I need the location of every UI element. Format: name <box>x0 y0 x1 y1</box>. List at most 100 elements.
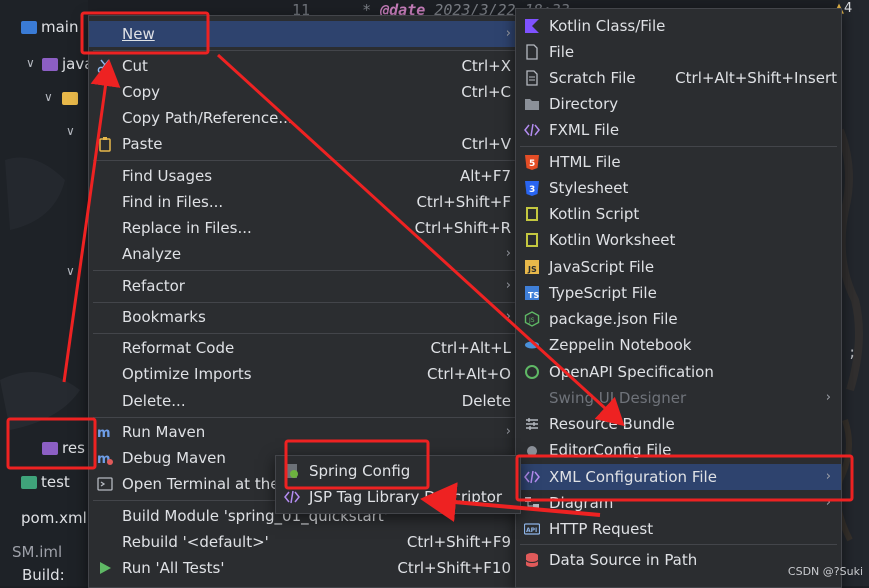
kotlin-icon <box>524 18 540 34</box>
svg-text:JS: JS <box>527 265 537 274</box>
menu-item-shortcut: Ctrl+X <box>461 57 511 75</box>
svg-text:API: API <box>526 527 537 534</box>
tree-item-test[interactable]: test <box>21 472 70 492</box>
code-fragment: ; <box>848 345 857 361</box>
menu-item-javascript-file[interactable]: JS JavaScript File <box>516 254 841 280</box>
menu-item-bookmarks[interactable]: Bookmarks › <box>89 304 521 330</box>
chevron-down-icon[interactable]: ∨ <box>66 264 75 278</box>
menu-item-label: Open Terminal at the <box>122 475 280 493</box>
new-submenu: Kotlin Class/File File Scratch File Ctrl… <box>515 8 842 588</box>
menu-item-cut[interactable]: Cut Ctrl+X <box>89 53 521 79</box>
tree-item-resources[interactable]: res <box>42 438 85 458</box>
menu-item-zeppelin-notebook[interactable]: Zeppelin Notebook <box>516 332 841 358</box>
menu-item-label: Diagram <box>549 494 614 512</box>
kotlin-worksheet-icon <box>524 232 540 248</box>
menu-item-swing-ui-designer[interactable]: Swing UI Designer › <box>516 385 841 411</box>
menu-item-xml-configuration-file[interactable]: XML Configuration File › <box>516 464 841 490</box>
menu-item-copy[interactable]: Copy Ctrl+C <box>89 79 521 105</box>
menu-item-kotlin-class[interactable]: Kotlin Class/File <box>516 13 841 39</box>
menu-item-label: Stylesheet <box>549 179 629 197</box>
chevron-down-icon[interactable]: ∨ <box>66 124 75 138</box>
menu-item-spring-config[interactable]: Spring Config <box>276 458 520 484</box>
scratch-file-icon <box>524 70 540 86</box>
menu-item-kotlin-worksheet[interactable]: Kotlin Worksheet <box>516 227 841 253</box>
menu-item-optimize-imports[interactable]: Optimize Imports Ctrl+Alt+O <box>89 361 521 387</box>
submenu-arrow-icon: › <box>505 26 511 41</box>
menu-item-shortcut: Ctrl+Alt+L <box>430 339 512 357</box>
menu-item-label: New <box>122 25 155 43</box>
menu-item-find-in-files[interactable]: Find in Files... Ctrl+Shift+F <box>89 189 521 215</box>
menu-item-rebuild[interactable]: Rebuild '<default>' Ctrl+Shift+F9 <box>89 529 521 555</box>
menu-item-label: Delete... <box>122 392 186 410</box>
tree-item-label: main <box>41 18 79 36</box>
menu-item-kotlin-script[interactable]: Kotlin Script <box>516 201 841 227</box>
xml-configuration-submenu: Spring Config JSP Tag Library Descriptor <box>275 455 521 514</box>
menu-item-copy-path[interactable]: Copy Path/Reference... <box>89 105 521 131</box>
tree-item-pom[interactable]: pom.xml <box>21 508 87 528</box>
menu-item-analyze[interactable]: Analyze › <box>89 241 521 267</box>
xml-icon <box>524 469 540 485</box>
menu-item-shortcut: Ctrl+Shift+F <box>416 193 511 211</box>
menu-item-label: Kotlin Class/File <box>549 17 666 35</box>
menu-item-label: Kotlin Script <box>549 205 640 223</box>
menu-item-stylesheet[interactable]: 3 Stylesheet <box>516 175 841 201</box>
menu-item-directory[interactable]: Directory <box>516 91 841 117</box>
svg-text:3: 3 <box>529 185 535 195</box>
menu-item-label: Zeppelin Notebook <box>549 336 692 354</box>
menu-item-package-json[interactable]: JS package.json File <box>516 306 841 332</box>
menu-item-label: Optimize Imports <box>122 365 252 383</box>
submenu-arrow-icon: › <box>505 278 511 293</box>
html5-icon: 5 <box>524 154 540 170</box>
svg-text:TS: TS <box>528 291 539 300</box>
xml-tag-icon <box>284 489 300 505</box>
menu-item-editorconfig-file[interactable]: EditorConfig File <box>516 437 841 463</box>
menu-item-refactor[interactable]: Refactor › <box>89 273 521 299</box>
menu-item-http-request[interactable]: API HTTP Request <box>516 516 841 542</box>
tree-item-main[interactable]: main <box>21 17 78 37</box>
menu-item-shortcut: Ctrl+C <box>461 83 511 101</box>
tree-item-java[interactable]: java <box>42 54 93 74</box>
chevron-down-icon[interactable]: ∨ <box>44 90 53 104</box>
menu-item-resource-bundle[interactable]: Resource Bundle <box>516 411 841 437</box>
menu-item-shortcut: Ctrl+Shift+R <box>414 219 511 237</box>
maven-debug-icon: m <box>97 450 113 466</box>
menu-item-shortcut: Ctrl+V <box>461 135 511 153</box>
submenu-arrow-icon: › <box>505 246 511 261</box>
menu-item-delete[interactable]: Delete... Delete <box>89 388 521 414</box>
menu-item-shortcut: Ctrl+Alt+Shift+Insert <box>675 69 837 87</box>
menu-item-label: Rebuild '<default>' <box>122 533 269 551</box>
menu-item-jsp-tag-library-descriptor[interactable]: JSP Tag Library Descriptor <box>276 484 520 510</box>
tree-item-package[interactable] <box>62 88 82 108</box>
menu-item-typescript-file[interactable]: TS TypeScript File <box>516 280 841 306</box>
menu-item-paste[interactable]: Paste Ctrl+V <box>89 131 521 157</box>
menu-item-label: Copy <box>122 83 161 101</box>
menu-item-file[interactable]: File <box>516 39 841 65</box>
menu-item-replace-in-files[interactable]: Replace in Files... Ctrl+Shift+R <box>89 215 521 241</box>
menu-item-run-all-tests[interactable]: Run 'All Tests' Ctrl+Shift+F10 <box>89 555 521 581</box>
tree-item-iml[interactable]: SM.iml <box>12 542 62 562</box>
menu-item-label: Analyze <box>122 245 182 263</box>
terminal-icon <box>97 476 113 492</box>
menu-item-label: Run Maven <box>122 423 206 441</box>
css3-icon: 3 <box>524 180 540 196</box>
menu-item-fxml-file[interactable]: FXML File <box>516 117 841 143</box>
menu-item-html-file[interactable]: 5 HTML File <box>516 149 841 175</box>
tree-item-label: test <box>41 473 70 491</box>
nodejs-icon: JS <box>524 311 540 327</box>
editorconfig-icon <box>524 442 540 458</box>
menu-item-scratch-file[interactable]: Scratch File Ctrl+Alt+Shift+Insert <box>516 65 841 91</box>
menu-item-reformat-code[interactable]: Reformat Code Ctrl+Alt+L <box>89 335 521 361</box>
menu-item-openapi-spec[interactable]: OpenAPI Specification <box>516 359 841 385</box>
build-tab-label[interactable]: Build: <box>22 566 65 584</box>
menu-item-run-maven[interactable]: m Run Maven › <box>89 419 521 445</box>
menu-item-new[interactable]: New › <box>89 21 521 47</box>
menu-item-diagram[interactable]: Diagram › <box>516 490 841 516</box>
menu-item-label: JavaScript File <box>549 258 655 276</box>
menu-item-label: OpenAPI Specification <box>549 363 714 381</box>
menu-item-find-usages[interactable]: Find Usages Alt+F7 <box>89 163 521 189</box>
resource-bundle-icon <box>524 416 540 432</box>
chevron-down-icon[interactable]: ∨ <box>26 56 35 70</box>
run-icon <box>97 560 113 576</box>
menu-item-label: Kotlin Worksheet <box>549 231 676 249</box>
menu-item-label: Copy Path/Reference... <box>122 109 293 127</box>
